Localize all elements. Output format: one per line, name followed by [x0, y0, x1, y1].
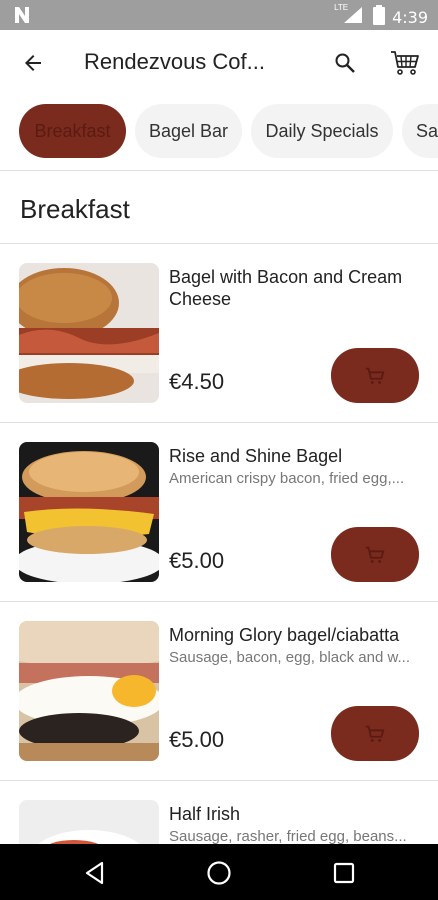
add-cart-icon: [365, 546, 385, 563]
app-bar: Rendezvous Cof...: [0, 30, 438, 96]
back-arrow-icon: [25, 55, 41, 71]
cart-icon: [391, 51, 419, 75]
nav-home-icon: [207, 861, 231, 885]
nav-back-button[interactable]: [80, 858, 110, 888]
network-label: LTE: [334, 3, 349, 12]
item-description: Sausage, rasher, fried egg, beans...: [169, 828, 407, 844]
item-price: €5.00: [169, 548, 225, 573]
add-to-cart-button[interactable]: [331, 348, 419, 403]
nav-back-icon: [85, 861, 104, 885]
menu-item[interactable]: Rise and Shine Bagel American crispy bac…: [0, 423, 438, 601]
add-cart-icon: [365, 367, 385, 384]
item-image: [19, 800, 159, 844]
item-image: [19, 621, 159, 761]
notification-n-icon: [12, 5, 32, 30]
add-to-cart-button[interactable]: [331, 706, 419, 761]
item-name: Rise and Shine Bagel: [169, 446, 343, 466]
add-to-cart-button[interactable]: [331, 527, 419, 582]
chip-breakfast[interactable]: Breakfast: [19, 104, 126, 158]
menu-item[interactable]: Bagel with Bacon and Cream Cheese €4.50: [0, 244, 438, 422]
back-button[interactable]: [16, 46, 50, 80]
category-chips: Breakfast Bagel Bar Daily Specials Sa: [0, 104, 438, 160]
add-cart-icon: [365, 725, 385, 742]
menu-item[interactable]: Half Irish Sausage, rasher, fried egg, b…: [0, 781, 438, 844]
item-description: American crispy bacon, fried egg,...: [169, 470, 405, 487]
cart-button[interactable]: [386, 44, 424, 82]
chip-daily-specials[interactable]: Daily Specials: [251, 104, 393, 158]
item-image: [19, 263, 159, 403]
system-nav-bar: [0, 844, 438, 900]
page-title: Rendezvous Cof...: [84, 49, 265, 74]
item-name: Bagel with Bacon and Cream Cheese: [169, 267, 403, 309]
battery-icon: [373, 5, 386, 29]
menu-item[interactable]: Morning Glory bagel/ciabatta Sausage, ba…: [0, 602, 438, 780]
item-name: Morning Glory bagel/ciabatta: [169, 625, 400, 645]
status-icons: LTE 4:39: [334, 3, 428, 29]
item-description: Sausage, bacon, egg, black and w...: [169, 649, 411, 666]
item-price: €5.00: [169, 727, 225, 752]
nav-recents-button[interactable]: [331, 860, 357, 886]
item-image: [19, 442, 159, 582]
item-price: €4.50: [169, 369, 225, 394]
nav-recents-icon: [333, 862, 355, 884]
nav-home-button[interactable]: [206, 860, 232, 886]
divider: [0, 170, 438, 171]
item-name: Half Irish: [169, 804, 241, 824]
section-title: Breakfast: [20, 194, 130, 224]
chip-bagel-bar[interactable]: Bagel Bar: [135, 104, 242, 158]
search-icon: [335, 53, 355, 73]
status-bar: LTE 4:39: [0, 0, 438, 30]
search-button[interactable]: [328, 46, 362, 80]
status-time: 4:39: [392, 7, 428, 27]
chip-partial[interactable]: Sa: [402, 104, 438, 158]
